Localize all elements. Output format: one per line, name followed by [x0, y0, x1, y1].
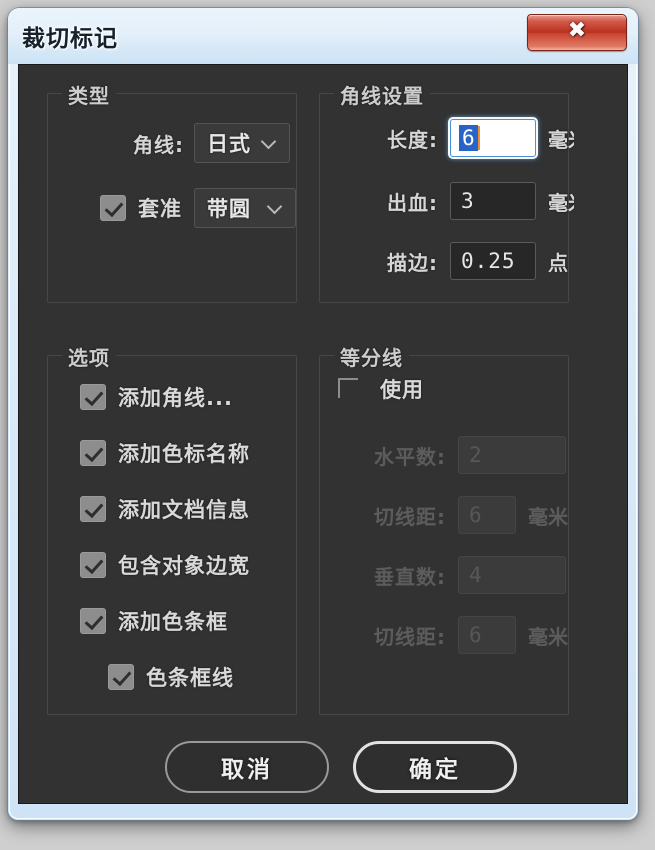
chevron-down-icon [268, 199, 284, 215]
length-label: 长度: [387, 127, 438, 152]
stroke-label: 描边: [387, 250, 438, 275]
length-value: 6 [459, 125, 478, 151]
horizontal-offset-input[interactable]: 6 [458, 496, 516, 534]
cancel-button[interactable]: 取消 [165, 741, 329, 793]
window-title: 裁切标记 [22, 26, 118, 52]
check-icon [80, 384, 106, 410]
row-vertical-count: 垂直数: 4 [328, 556, 566, 594]
bleed-value: 3 [461, 189, 475, 213]
cancel-button-label: 取消 [221, 757, 273, 783]
horizontal-offset-value: 6 [469, 503, 483, 527]
check-icon [100, 195, 126, 221]
vertical-count-value: 4 [469, 563, 483, 587]
horizontal-count-input[interactable]: 2 [458, 436, 566, 474]
length-unit: 毫米 [548, 127, 574, 152]
row-registration: 套准 带圆 [56, 188, 296, 228]
vertical-offset-unit: 毫米 [528, 624, 568, 649]
text-caret [477, 126, 480, 150]
dialog-body: 类型 角线: 日式 套准 带圆 角线设置 长度: 6 毫 出血: 3 毫 描边:… [18, 64, 628, 804]
row-horizontal-count: 水平数: 2 [328, 436, 566, 474]
bleed-input[interactable]: 3 [450, 182, 536, 220]
row-length: 长度: 6 毫米 [328, 119, 574, 157]
group-corner-settings: 角线设置 长度: 6 毫米 出血: 3 毫米 描边: 0.25 [319, 80, 574, 303]
stroke-value: 0.25 [461, 249, 516, 273]
vertical-offset-input[interactable]: 6 [458, 616, 516, 654]
close-button[interactable]: ✖ [527, 14, 627, 51]
option-add-doc-info[interactable]: 添加文档信息 [80, 492, 250, 526]
ok-button[interactable]: 确定 [353, 741, 517, 793]
horizontal-count-value: 2 [469, 443, 483, 467]
horizontal-offset-unit: 毫米 [528, 504, 568, 529]
corner-line-label: 角线: [133, 132, 184, 157]
check-icon [80, 440, 106, 466]
option-add-corner-marks[interactable]: 添加角线... [80, 380, 233, 414]
checkbox-empty-icon [336, 376, 362, 402]
group-options: 选项 添加角线... 添加色标名称 添加文档信息 包含对象边宽 添加色条框 色条… [47, 342, 297, 715]
title-bar[interactable]: 裁切标记 ✖ [8, 8, 638, 64]
option-label: 添加角线... [118, 386, 233, 410]
option-label: 添加色标名称 [118, 442, 250, 466]
dialog-window: 裁切标记 ✖ 类型 角线: 日式 套准 带圆 角线设置 长度: 6 毫 出血: … [8, 8, 638, 820]
option-label: 色条框线 [146, 666, 234, 690]
divider-use-checkbox[interactable]: 使用 [336, 372, 424, 406]
stroke-unit: 点 [548, 250, 568, 275]
registration-checkbox[interactable]: 套准 [100, 191, 182, 225]
option-add-color-bar[interactable]: 添加色条框 [80, 604, 228, 638]
group-type: 类型 角线: 日式 套准 带圆 [47, 80, 297, 303]
close-icon: ✖ [567, 18, 587, 43]
check-icon [80, 552, 106, 578]
check-icon [80, 496, 106, 522]
vertical-count-label: 垂直数: [374, 564, 446, 589]
group-type-legend: 类型 [62, 80, 116, 109]
ok-button-label: 确定 [409, 757, 461, 783]
group-divider-lines-legend: 等分线 [334, 342, 409, 371]
option-color-bar-frame-line[interactable]: 色条框线 [108, 660, 234, 694]
option-label: 添加文档信息 [118, 498, 250, 522]
vertical-offset-value: 6 [469, 623, 483, 647]
option-label: 包含对象边宽 [118, 554, 250, 578]
option-add-swatch-names[interactable]: 添加色标名称 [80, 436, 250, 470]
horizontal-offset-label: 切线距: [374, 504, 446, 529]
registration-label: 套准 [138, 197, 182, 221]
row-horizontal-offset: 切线距: 6 毫米 [328, 496, 568, 534]
option-include-object-width[interactable]: 包含对象边宽 [80, 548, 250, 582]
length-input[interactable]: 6 [450, 119, 536, 157]
divider-use-label: 使用 [380, 378, 424, 402]
corner-line-value: 日式 [207, 132, 251, 156]
group-corner-settings-legend: 角线设置 [334, 80, 430, 109]
row-vertical-offset: 切线距: 6 毫米 [328, 616, 568, 654]
vertical-offset-label: 切线距: [374, 624, 446, 649]
bleed-unit: 毫米 [548, 190, 574, 215]
stroke-input[interactable]: 0.25 [450, 242, 536, 280]
registration-dropdown[interactable]: 带圆 [194, 188, 296, 228]
horizontal-count-label: 水平数: [374, 444, 446, 469]
row-corner-line: 角线: 日式 [56, 123, 290, 163]
group-options-legend: 选项 [62, 342, 116, 371]
vertical-count-input[interactable]: 4 [458, 556, 566, 594]
row-bleed: 出血: 3 毫米 [328, 182, 574, 220]
check-icon [108, 664, 134, 690]
corner-line-dropdown[interactable]: 日式 [194, 123, 290, 163]
check-icon [80, 608, 106, 634]
chevron-down-icon [262, 134, 278, 150]
group-divider-lines: 等分线 使用 水平数: 2 切线距: 6 毫米 垂直数: 4 切线距: 6 毫米 [319, 342, 569, 715]
registration-value: 带圆 [207, 197, 251, 221]
row-stroke: 描边: 0.25 点 [328, 242, 568, 280]
option-label: 添加色条框 [118, 610, 228, 634]
bleed-label: 出血: [387, 190, 438, 215]
